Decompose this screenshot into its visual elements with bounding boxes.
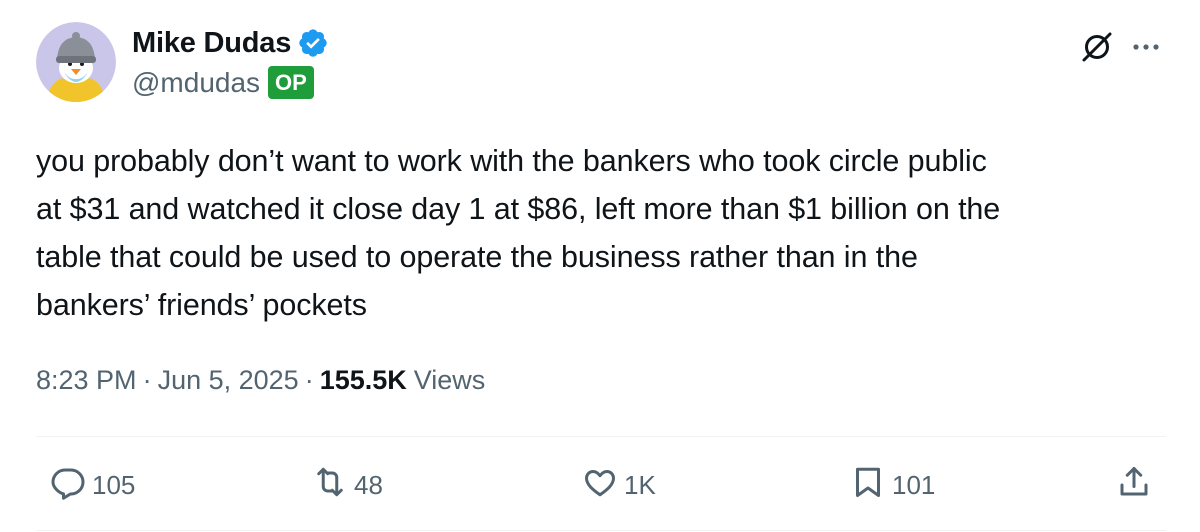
handle-row: @mdudas OP <box>132 66 329 99</box>
display-name[interactable]: Mike Dudas <box>132 27 291 60</box>
top-actions <box>1078 28 1164 66</box>
views-count[interactable]: 155.5K <box>320 365 407 396</box>
meta-separator: · <box>304 365 314 395</box>
tweet-date[interactable]: Jun 5, 2025 <box>158 365 299 396</box>
reply-count: 105 <box>92 469 136 500</box>
bottom-divider <box>36 530 1166 531</box>
author-info: Mike Dudas @mdudas OP <box>132 24 329 99</box>
verified-badge-icon[interactable] <box>297 27 329 59</box>
bookmark-icon <box>850 464 886 507</box>
like-icon <box>582 464 618 507</box>
divider <box>36 436 1166 437</box>
views-label[interactable]: Views <box>414 365 486 396</box>
repost-button[interactable]: 48 <box>312 460 383 510</box>
handle[interactable]: @mdudas <box>132 67 260 99</box>
avatar[interactable] <box>36 22 116 102</box>
bookmark-button[interactable]: 101 <box>850 460 935 510</box>
share-icon <box>1116 464 1152 507</box>
op-badge: OP <box>268 66 314 99</box>
tweet: Mike Dudas @mdudas OP you probably don’t… <box>0 0 1200 532</box>
share-button[interactable] <box>1116 460 1152 510</box>
like-button[interactable]: 1K <box>582 460 656 510</box>
grok-icon[interactable] <box>1078 28 1116 66</box>
meta-separator: · <box>142 365 152 395</box>
name-row: Mike Dudas <box>132 24 329 62</box>
more-icon[interactable] <box>1128 29 1164 65</box>
repost-count: 48 <box>354 469 383 500</box>
reply-icon <box>50 464 86 507</box>
tweet-time[interactable]: 8:23 PM <box>36 365 137 396</box>
bookmark-count: 101 <box>892 469 936 500</box>
like-count: 1K <box>624 469 656 500</box>
tweet-meta: 8:23 PM · Jun 5, 2025 · 155.5K Views <box>36 365 485 396</box>
tweet-text: you probably don’t want to work with the… <box>36 144 1001 322</box>
repost-icon <box>312 464 348 507</box>
action-bar: 105 48 1K 101 <box>0 460 1200 510</box>
reply-button[interactable]: 105 <box>50 460 135 510</box>
